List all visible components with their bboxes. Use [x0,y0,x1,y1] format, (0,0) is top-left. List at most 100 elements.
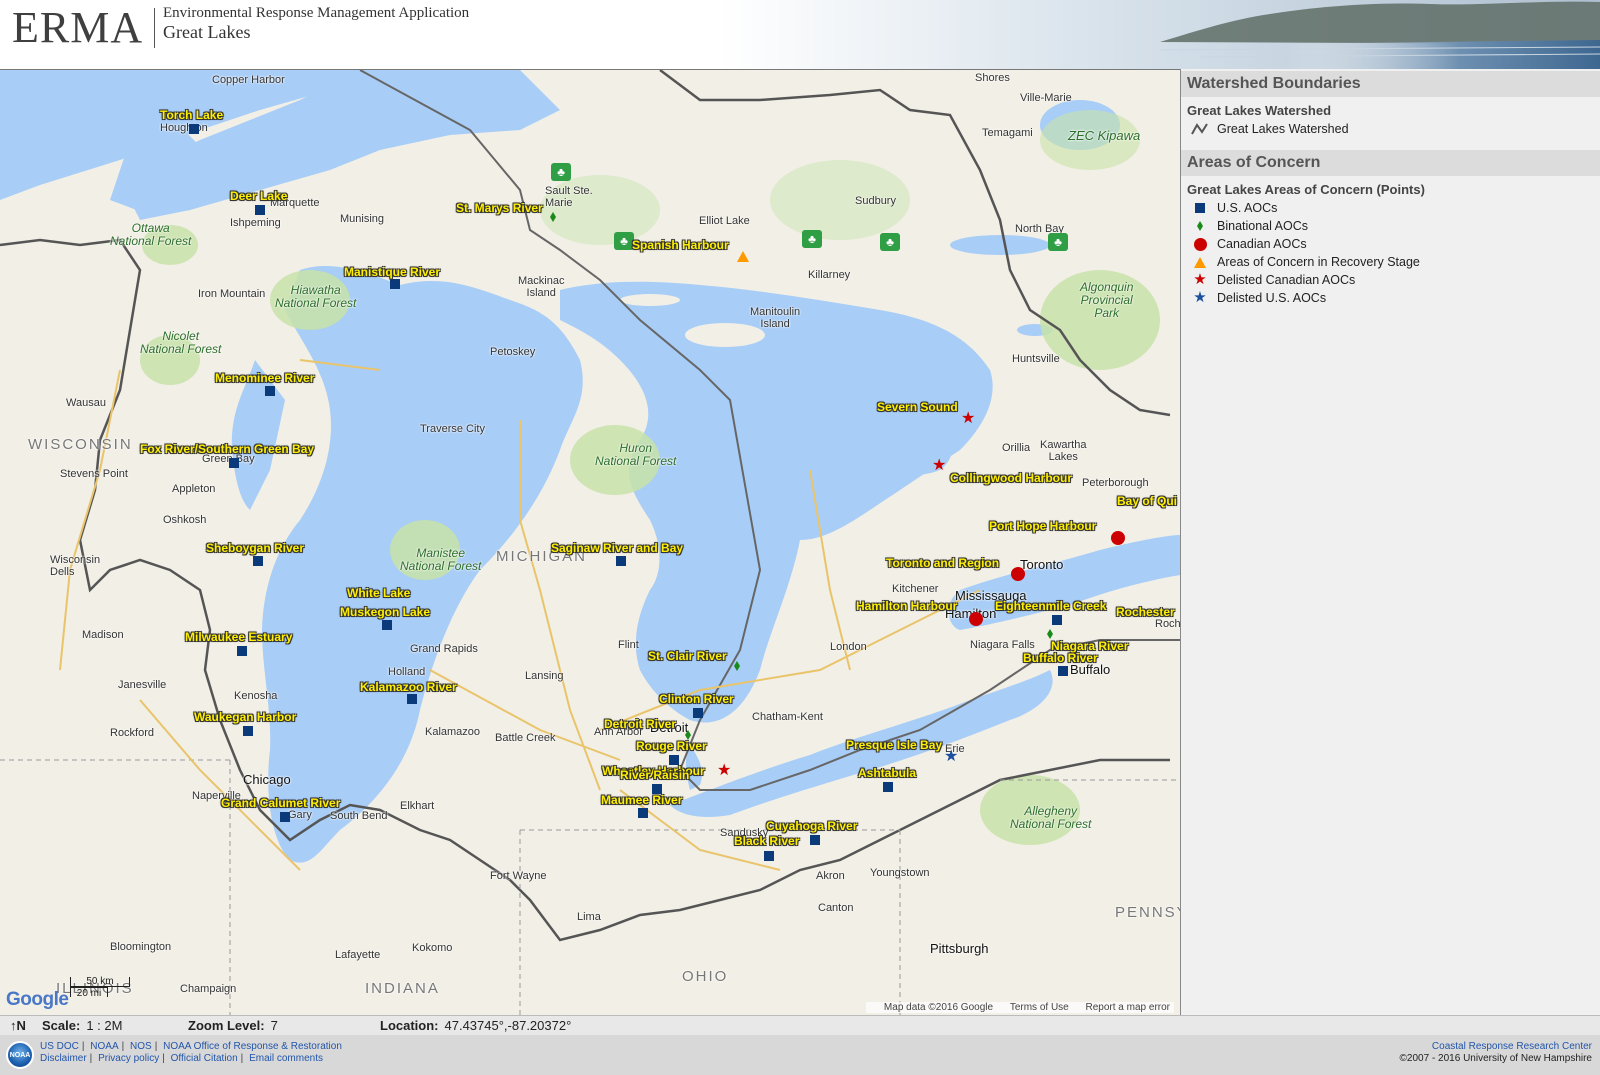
aoc-label-eighteenmile-creek[interactable]: Eighteenmile Creek [995,599,1106,613]
place-huron-nf: Huron National Forest [595,441,677,468]
us-aoc-marker[interactable] [407,694,417,704]
place-rockford: Rockford [110,727,155,739]
aoc-label-rouge-river[interactable]: Rouge River [636,739,707,753]
aoc-label-collingwood-harbour[interactable]: Collingwood Harbour [950,471,1072,485]
footer-link-nos[interactable]: NOS [130,1041,152,1052]
report-map-error-link[interactable]: Report a map error [1086,1002,1170,1013]
us-aoc-marker[interactable] [189,124,199,134]
noaa-logo[interactable]: NOAA [6,1041,34,1069]
footer-link-citation[interactable]: Official Citation [171,1053,238,1064]
legend-item-canadian-aoc[interactable]: Canadian AOCs [1181,235,1600,253]
aoc-label-menominee-river[interactable]: Menominee River [215,371,314,385]
aoc-label-cuyahoga-river[interactable]: Cuyahoga River [766,819,857,833]
aoc-label-st-clair-river[interactable]: St. Clair River [648,649,727,663]
place-nicolet-nf: Nicolet National Forest [140,329,222,356]
footer-link-us-doc[interactable]: US DOC [40,1041,79,1052]
us-aoc-marker[interactable] [265,386,275,396]
place-champaign: Champaign [180,983,237,995]
erma-logo[interactable]: ERMA [12,2,143,53]
legend-heading-aoc[interactable]: Areas of Concern [1181,150,1600,176]
delisted-canadian-aoc-marker[interactable]: ★ [932,458,946,474]
canadian-aoc-marker[interactable] [969,612,983,626]
place-appleton: Appleton [172,483,216,495]
us-aoc-marker[interactable] [638,808,648,818]
footer-link-orr[interactable]: NOAA Office of Response & Restoration [163,1041,342,1052]
place-niagara-falls: Niagara Falls [970,639,1035,651]
aoc-label-river-raisin[interactable]: River Raisin [620,768,689,782]
us-aoc-marker[interactable] [810,835,820,845]
us-aoc-marker[interactable] [883,782,893,792]
google-logo[interactable]: Google [6,989,69,1011]
aoc-label-sheboygan-river[interactable]: Sheboygan River [206,541,304,555]
aoc-label-waukegan-harbor[interactable]: Waukegan Harbor [194,710,296,724]
aoc-label-torch-lake[interactable]: Torch Lake [160,108,223,122]
aoc-label-hamilton-harbour[interactable]: Hamilton Harbour [856,599,957,613]
aoc-label-black-river[interactable]: Black River [734,834,799,848]
legend-item-label: Delisted Canadian AOCs [1217,273,1356,287]
aoc-label-saginaw-river[interactable]: Saginaw River and Bay [551,541,683,555]
footer-link-noaa[interactable]: NOAA [90,1041,118,1052]
place-holland: Holland [388,666,426,678]
aoc-label-toronto-region[interactable]: Toronto and Region [886,556,999,570]
us-aoc-marker[interactable] [229,458,239,468]
legend-item-delisted-canadian-aoc[interactable]: ★ Delisted Canadian AOCs [1181,271,1600,289]
aoc-label-buffalo-river[interactable]: Buffalo River [1023,651,1098,665]
aoc-label-st-marys-river[interactable]: St. Marys River [456,201,543,215]
terms-of-use-link[interactable]: Terms of Use [1010,1002,1069,1013]
delisted-canadian-aoc-marker[interactable]: ★ [717,763,731,779]
footer-link-email[interactable]: Email comments [249,1053,323,1064]
aoc-label-kalamazoo-river[interactable]: Kalamazoo River [360,680,457,694]
aoc-label-deer-lake[interactable]: Deer Lake [230,189,287,203]
us-aoc-marker[interactable] [693,708,703,718]
aoc-label-muskegon-lake[interactable]: Muskegon Lake [340,605,430,619]
us-aoc-marker[interactable] [243,726,253,736]
aoc-label-severn-sound[interactable]: Severn Sound [877,400,958,414]
legend-item-watershed[interactable]: Great Lakes Watershed [1181,120,1600,138]
legend-heading-watershed[interactable]: Watershed Boundaries [1181,71,1600,97]
us-aoc-marker[interactable] [1052,615,1062,625]
aoc-label-rochester[interactable]: Rochester [1116,605,1175,619]
aoc-label-presque-isle-bay[interactable]: Presque Isle Bay [846,738,942,752]
us-aoc-marker[interactable] [616,556,626,566]
footer-link-disclaimer[interactable]: Disclaimer [40,1053,87,1064]
aoc-label-detroit-river[interactable]: Detroit River [604,717,676,731]
aoc-label-maumee-river[interactable]: Maumee River [601,793,682,807]
app-region[interactable]: Great Lakes [163,22,250,43]
recovery-aoc-marker[interactable] [737,251,749,262]
place-indiana: INDIANA [365,980,440,997]
footer-crrc-link[interactable]: Coastal Response Research Center [1432,1041,1592,1052]
legend-item-delisted-us-aoc[interactable]: ★ Delisted U.S. AOCs [1181,289,1600,307]
park-icon: ♣ [880,233,900,251]
us-aoc-marker[interactable] [390,279,400,289]
us-aoc-marker[interactable] [1058,666,1068,676]
aoc-label-milwaukee-estuary[interactable]: Milwaukee Estuary [185,630,292,644]
place-canton: Canton [818,902,854,914]
legend-item-recovery-aoc[interactable]: Areas of Concern in Recovery Stage [1181,253,1600,271]
us-aoc-marker[interactable] [255,205,265,215]
legend-group-aoc: Great Lakes Areas of Concern (Points) [1187,182,1425,197]
aoc-label-clinton-river[interactable]: Clinton River [659,692,734,706]
canadian-aoc-marker[interactable] [1111,531,1125,545]
aoc-label-spanish-harbour[interactable]: Spanish Harbour [632,238,729,252]
aoc-label-manistique-river[interactable]: Manistique River [344,265,440,279]
place-lafayette: Lafayette [335,949,381,961]
canadian-aoc-marker[interactable] [1011,567,1025,581]
delisted-canadian-aoc-marker[interactable]: ★ [961,411,975,427]
aoc-label-bay-of-quinte[interactable]: Bay of Qui [1117,494,1177,508]
us-aoc-marker[interactable] [382,620,392,630]
legend-item-binational-aoc[interactable]: Binational AOCs [1181,217,1600,235]
legend-item-us-aoc[interactable]: U.S. AOCs [1181,199,1600,217]
us-aoc-marker[interactable] [253,556,263,566]
footer-link-privacy[interactable]: Privacy policy [98,1053,159,1064]
park-icon: ♣ [551,163,571,181]
delisted-us-aoc-marker[interactable]: ★ [944,749,958,765]
map-view[interactable]: Copper Harbor Houghton Marquette Ishpemi… [0,69,1180,1015]
us-aoc-marker[interactable] [237,646,247,656]
aoc-label-ashtabula[interactable]: Ashtabula [858,766,916,780]
aoc-label-fox-river[interactable]: Fox River/Southern Green Bay [140,442,314,456]
aoc-label-port-hope-harbour[interactable]: Port Hope Harbour [989,519,1096,533]
us-aoc-marker[interactable] [764,851,774,861]
aoc-label-white-lake[interactable]: White Lake [347,586,410,600]
us-aoc-marker[interactable] [280,812,290,822]
aoc-label-grand-calumet-river[interactable]: Grand Calumet River [221,796,340,810]
